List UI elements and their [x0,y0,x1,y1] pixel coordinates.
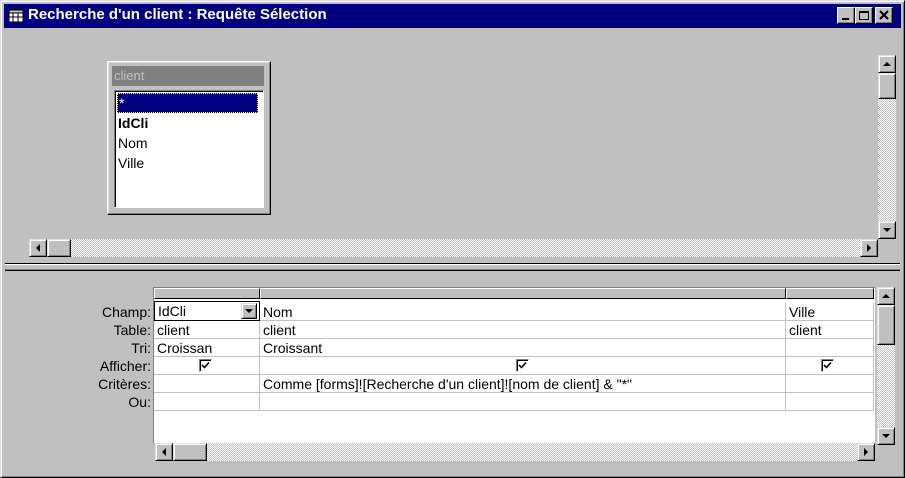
row-label-afficher: Afficher: [99,358,151,374]
minimize-button[interactable] [837,7,855,24]
arrow-down-icon [883,228,891,232]
criteres-cell-1[interactable] [154,375,260,393]
table-cell-2[interactable]: client [260,321,786,339]
champ-value-3: Ville [789,304,816,320]
field-list-title[interactable]: client [112,66,264,86]
chevron-down-icon [245,309,253,313]
arrow-left-icon [162,448,166,456]
table-value-2: client [263,322,296,338]
arrow-right-icon [867,244,871,252]
checkmark-icon [201,361,210,369]
arrow-up-icon [882,294,890,298]
query-window: Recherche d'un client : Requête Sélectio… [0,0,905,478]
afficher-checkbox-2[interactable] [516,359,529,372]
ou-cell-2[interactable] [260,393,786,411]
champ-cell-2[interactable]: Nom [260,303,786,321]
scroll-right-button[interactable] [860,239,878,257]
table-cell-1[interactable]: client [154,321,260,339]
ou-cell-1[interactable] [154,393,260,411]
field-item-nom[interactable]: Nom [118,133,148,153]
arrow-down-icon [882,434,890,438]
field-item-idcli[interactable]: IdCli [118,113,148,133]
close-button[interactable] [875,7,893,24]
grid-scroll-down-button[interactable] [877,427,895,445]
tri-cell-1[interactable]: Croissan [154,339,260,357]
grid-horizontal-scrollbar[interactable] [155,443,875,461]
tri-value-2: Croissant [263,340,323,356]
table-cell-3[interactable]: client [786,321,874,339]
row-label-ou: Ou: [128,394,151,410]
upper-vertical-scrollbar[interactable] [878,55,896,239]
table-value-1: client [157,322,190,338]
upper-horizontal-scrollbar[interactable] [29,239,878,257]
column-selector-3[interactable] [786,288,874,299]
arrow-left-icon [36,244,40,252]
field-item-ville[interactable]: Ville [118,153,144,173]
criteres-cell-2[interactable]: Comme [forms]![Recherche d'un client]![n… [260,375,786,393]
tri-value-1: Croissan [157,340,213,356]
arrow-right-icon [864,448,868,456]
ou-cell-3[interactable] [786,393,874,411]
maximize-button[interactable] [855,7,873,24]
table-pane: client * IdCli Nom Ville [7,35,897,261]
upper-hscroll-thumb[interactable] [47,239,71,257]
field-list-client[interactable]: client * IdCli Nom Ville [107,61,271,215]
afficher-cell-2 [260,357,786,375]
champ-value-1: IdCli [158,303,187,319]
grid-vertical-scrollbar[interactable] [877,287,895,445]
checkmark-icon [518,361,527,369]
grid-hscroll-thumb[interactable] [173,443,207,461]
champ-cell-3[interactable]: Ville [786,303,874,321]
tri-cell-3[interactable] [786,339,874,357]
scroll-left-button[interactable] [29,239,47,257]
grid-vscroll-thumb[interactable] [877,305,895,345]
criteres-cell-3[interactable] [786,375,874,393]
scroll-up-button[interactable] [878,55,896,73]
field-list-body: * IdCli Nom Ville [114,90,264,208]
row-label-tri: Tri: [131,340,151,356]
row-label-criteres: Critères: [98,376,151,392]
grid-scroll-up-button[interactable] [877,287,895,305]
column-selector-1[interactable] [154,288,260,299]
arrow-up-icon [883,62,891,66]
row-label-champ: Champ: [101,304,151,320]
window-title: Recherche d'un client : Requête Sélectio… [28,6,327,23]
afficher-checkbox-1[interactable] [199,359,212,372]
afficher-checkbox-3[interactable] [821,359,834,372]
table-value-3: client [789,322,822,338]
pane-splitter[interactable] [5,263,900,271]
afficher-cell-3 [786,357,874,375]
minimize-icon [842,18,849,20]
grid-scroll-right-button[interactable] [857,443,875,461]
query-datasheet-icon[interactable] [8,8,24,24]
close-icon [879,10,889,20]
tri-cell-2[interactable]: Croissant [260,339,786,357]
row-label-table: Table: [113,322,151,338]
checkmark-icon [823,361,832,369]
upper-vscroll-thumb[interactable] [878,73,896,99]
field-item-all[interactable]: * [117,93,258,113]
champ-dropdown-button[interactable] [241,303,257,319]
maximize-icon [859,11,869,20]
afficher-cell-1 [154,357,260,375]
grid-scroll-left-button[interactable] [155,443,173,461]
query-design-grid: Champ: Table: Tri: Afficher: Critères: O… [7,277,897,473]
champ-value-2: Nom [263,304,293,320]
title-bar[interactable]: Recherche d'un client : Requête Sélectio… [4,4,901,28]
column-selector-2[interactable] [260,288,786,299]
criteres-value-2: Comme [forms]![Recherche d'un client]![n… [263,376,632,392]
scroll-down-button[interactable] [878,221,896,239]
